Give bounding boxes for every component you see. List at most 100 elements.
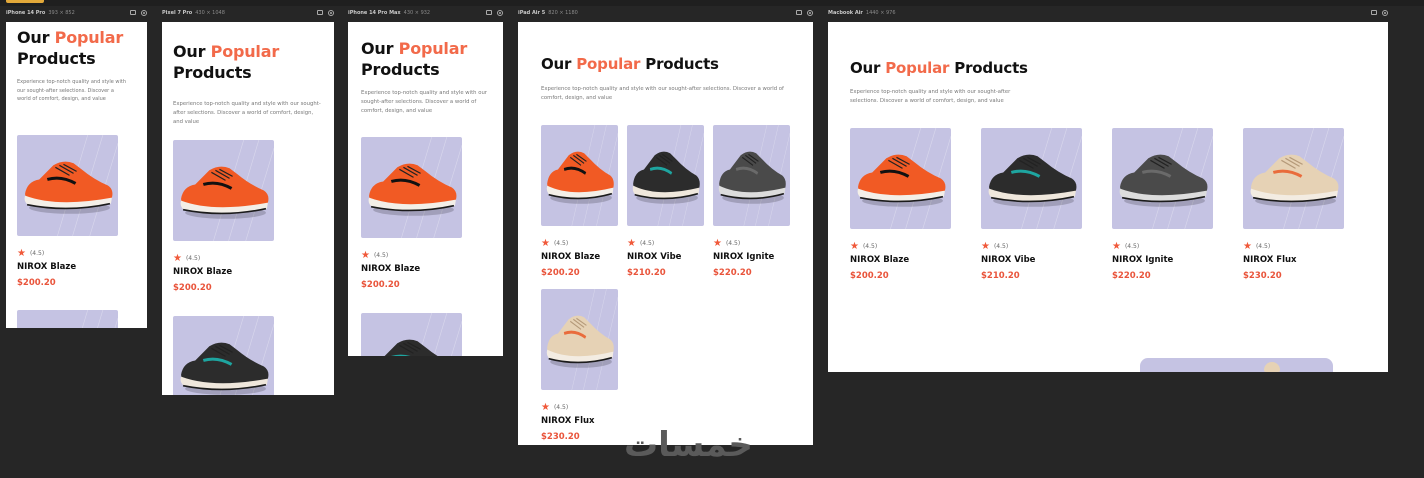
shoe-black-teal-icon[interactable]	[17, 310, 118, 328]
watermark: خمسات	[624, 425, 753, 465]
product-card[interactable]: ★ (4.5) NIROX Blaze $200.20	[173, 140, 274, 301]
product-price: $200.20	[541, 268, 580, 278]
title-main: Our	[17, 28, 50, 47]
device-frame-3: Our Popular Products Experience top-notch…	[518, 22, 813, 445]
rating-value: (4.5)	[993, 243, 1009, 250]
title-tail: Products	[17, 48, 96, 68]
device-frame-0: Our Popular Products Experience top-notch …	[6, 22, 147, 328]
gear-icon[interactable]	[1382, 10, 1388, 16]
product-card[interactable]: ★ (4.5) NIROX Blaze $200.20	[850, 128, 951, 289]
frame-size: 393 × 852	[48, 10, 75, 16]
shoe-orange-icon[interactable]	[850, 128, 951, 229]
shoe-grey-icon[interactable]	[1112, 128, 1213, 229]
product-rating: ★ (4.5)	[627, 238, 654, 249]
product-name[interactable]: NIROX Ignite	[713, 252, 774, 262]
shoe-beige-icon[interactable]	[1243, 128, 1344, 229]
frame-name: iPad Air 5 820 × 1180	[518, 10, 578, 16]
frame-label-2[interactable]: iPhone 14 Pro Max 430 × 932	[348, 8, 503, 18]
product-card[interactable]: ★(4.5)NIROX Vibe$210.20	[173, 316, 274, 395]
section-title: Our Popular Products	[173, 42, 279, 84]
frame-size: 820 × 1180	[548, 10, 578, 16]
product-card[interactable]: ★ (4.5) NIROX Blaze $200.20	[361, 137, 462, 298]
shoe-black-teal-icon[interactable]	[361, 313, 462, 356]
product-price: $220.20	[1112, 271, 1151, 281]
rating-value: (4.5)	[639, 240, 655, 247]
shoe-beige-icon	[1264, 362, 1280, 372]
section-description: Experience top-notch quality and style w…	[361, 90, 487, 115]
product-name[interactable]: NIROX Blaze	[361, 264, 420, 274]
product-name[interactable]: NIROX Blaze	[173, 267, 232, 277]
product-rating: ★ (4.5)	[17, 248, 44, 259]
shoe-grey-icon[interactable]	[713, 125, 790, 226]
rating-value: (4.5)	[862, 243, 878, 250]
product-card[interactable]: ★ (4.5) NIROX Flux $230.20	[541, 289, 618, 445]
product-price: $210.20	[981, 271, 1020, 281]
product-name[interactable]: NIROX Vibe	[981, 255, 1035, 265]
star-icon: ★	[627, 238, 636, 249]
shoe-beige-icon[interactable]	[541, 289, 618, 390]
monitor-icon[interactable]	[130, 10, 136, 15]
product-rating: ★ (4.5)	[1112, 241, 1139, 252]
section-title: Our Popular Products	[361, 39, 467, 81]
star-icon: ★	[850, 241, 859, 252]
product-card[interactable]: ★(4.5)NIROX Vibe$210.20	[627, 125, 704, 286]
monitor-icon[interactable]	[317, 10, 323, 15]
frame-label-4[interactable]: Macbook Air 1440 × 976	[828, 8, 1388, 18]
device-frame-1: Our Popular Products Experience top-notch …	[162, 22, 334, 395]
star-icon: ★	[1112, 241, 1121, 252]
product-name[interactable]: NIROX Flux	[1243, 255, 1297, 265]
product-rating: ★ (4.5)	[173, 253, 200, 264]
title-accent: Popular	[885, 59, 950, 77]
product-card[interactable]: ★ (4.5) NIROX Flux $230.20	[1243, 128, 1344, 289]
shoe-orange-icon[interactable]	[541, 125, 618, 226]
gear-icon[interactable]	[807, 10, 813, 16]
shoe-orange-icon[interactable]	[361, 137, 462, 238]
product-card[interactable]: ★ (4.5) NIROX Ignite $220.20	[713, 125, 790, 286]
product-name[interactable]: NIROX Ignite	[1112, 255, 1173, 265]
frame-name: iPhone 14 Pro 393 × 852	[6, 10, 75, 16]
frame-size: 1440 × 976	[865, 10, 896, 16]
shoe-orange-icon[interactable]	[17, 135, 118, 236]
frame-size: 430 × 932	[403, 10, 431, 16]
shoe-black-teal-icon[interactable]	[981, 128, 1082, 229]
canvas-tab-indicator	[6, 0, 44, 3]
rating-value: (4.5)	[725, 240, 741, 247]
product-name[interactable]: NIROX Blaze	[17, 262, 76, 272]
product-card[interactable]: ★ (4.5) NIROX Blaze $200.20	[541, 125, 618, 286]
monitor-icon[interactable]	[486, 10, 492, 15]
product-rating: ★ (4.5)	[361, 250, 388, 261]
product-card[interactable]: ★(4.5)NIROX Vibe$210.20	[361, 313, 462, 356]
device-frame-2: Our Popular Products Experience top-notch …	[348, 22, 503, 356]
shoe-black-teal-icon[interactable]	[173, 316, 274, 395]
product-rating: ★ (4.5)	[541, 402, 568, 413]
gear-icon[interactable]	[497, 10, 503, 16]
product-price: $230.20	[541, 432, 580, 442]
gear-icon[interactable]	[141, 10, 147, 16]
product-name[interactable]: NIROX Flux	[541, 416, 595, 426]
product-card[interactable]: ★ (4.5) NIROX Ignite $220.20	[1112, 128, 1213, 289]
rating-value: (4.5)	[553, 240, 569, 247]
product-name[interactable]: NIROX Vibe	[627, 252, 681, 262]
star-icon: ★	[361, 250, 370, 261]
product-card[interactable]: ★(4.5)NIROX Vibe$210.20	[17, 310, 118, 328]
product-card[interactable]: ★ (4.5) NIROX Blaze $200.20	[17, 135, 118, 296]
shoe-black-teal-icon[interactable]	[627, 125, 704, 226]
product-rating: ★ (4.5)	[713, 238, 740, 249]
section-title: Our Popular Products	[17, 28, 123, 70]
product-rating: ★ (4.5)	[1243, 241, 1270, 252]
product-card[interactable]: ★(4.5)NIROX Vibe$210.20	[981, 128, 1082, 289]
frame-label-0[interactable]: iPhone 14 Pro 393 × 852	[6, 8, 147, 18]
rating-value: (4.5)	[553, 404, 569, 411]
monitor-icon[interactable]	[796, 10, 802, 15]
frame-label-3[interactable]: iPad Air 5 820 × 1180	[518, 8, 813, 18]
shoe-orange-icon[interactable]	[173, 140, 274, 241]
monitor-icon[interactable]	[1371, 10, 1377, 15]
title-tail: Products	[954, 59, 1028, 77]
frame-label-1[interactable]: Pixel 7 Pro 430 × 1048	[162, 8, 334, 18]
product-name[interactable]: NIROX Blaze	[541, 252, 600, 262]
title-main: Our	[173, 42, 206, 61]
product-name[interactable]: NIROX Blaze	[850, 255, 909, 265]
title-tail: Products	[173, 62, 252, 82]
product-price: $220.20	[713, 268, 752, 278]
gear-icon[interactable]	[328, 10, 334, 16]
